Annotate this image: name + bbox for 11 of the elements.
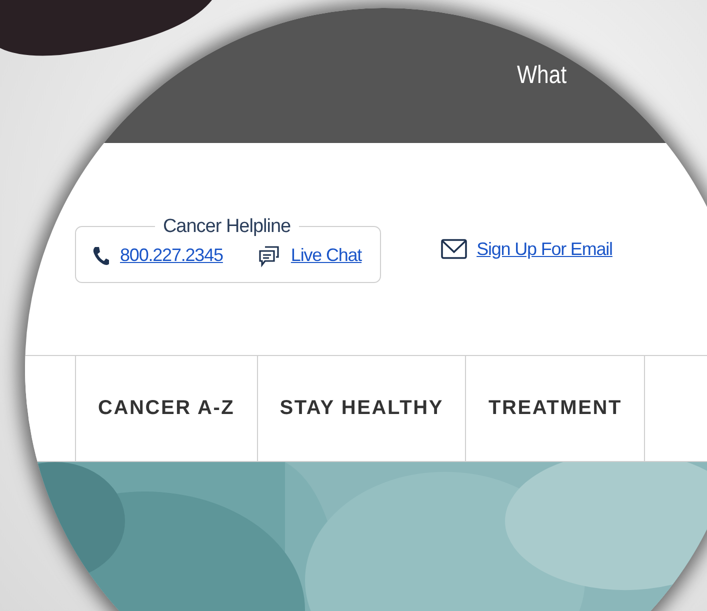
nav-tab[interactable]: STAY HEALTHY bbox=[258, 356, 466, 461]
email-signup-link[interactable]: Sign Up For Email bbox=[476, 238, 612, 260]
helpline-title: Cancer Helpline bbox=[162, 216, 292, 238]
top-bar-text: What bbox=[517, 61, 567, 90]
nav-tab[interactable]: CANCER A-Z bbox=[76, 356, 258, 461]
phone-icon bbox=[92, 246, 110, 266]
nav-tab[interactable]: TREATMENT bbox=[466, 356, 646, 461]
chat-icon bbox=[256, 244, 281, 268]
email-icon bbox=[440, 238, 467, 260]
phone-link[interactable]: 800.227.2345 bbox=[120, 245, 223, 266]
live-chat-link[interactable]: Live Chat bbox=[290, 245, 362, 266]
